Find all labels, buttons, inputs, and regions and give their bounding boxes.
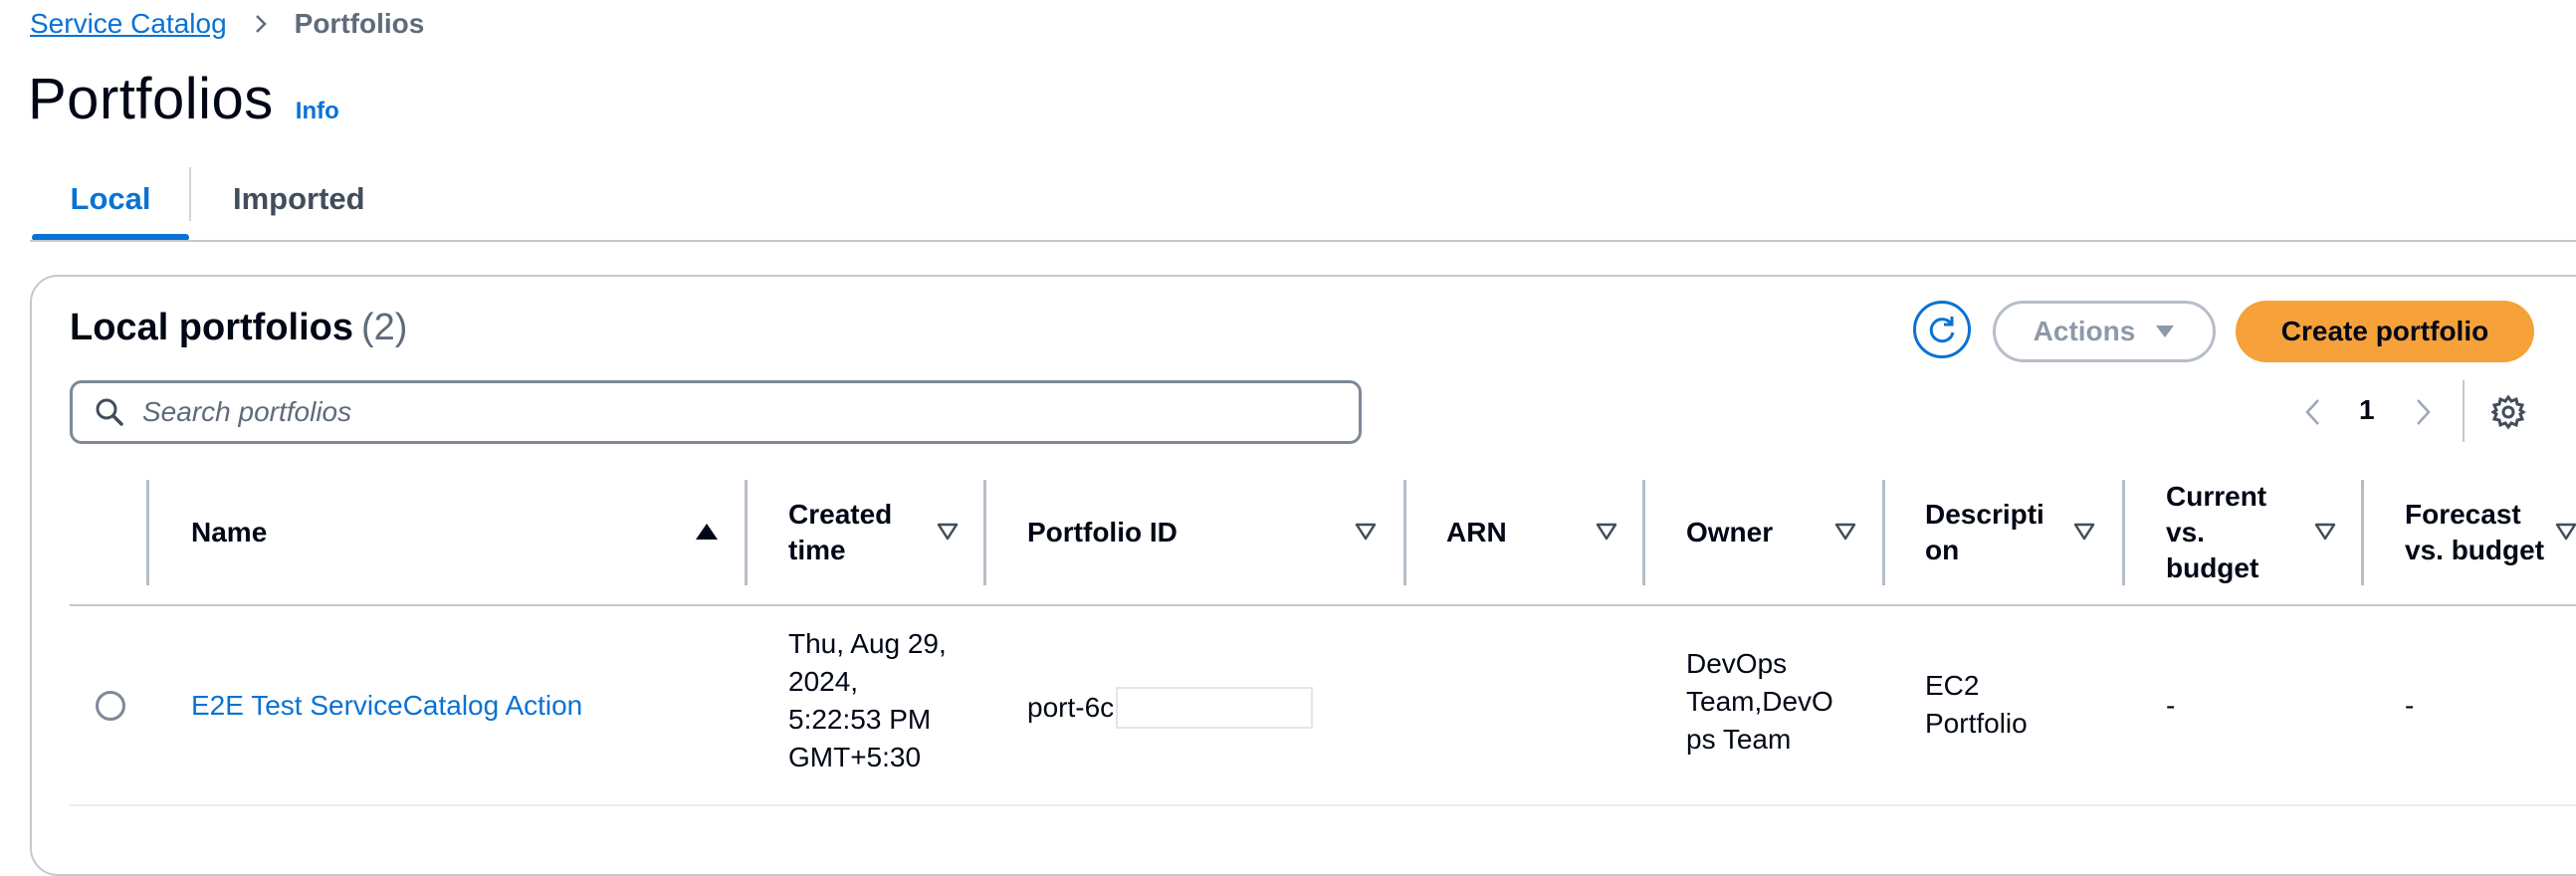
- current-vs-budget-value: -: [2166, 690, 2176, 721]
- redacted-region: [1116, 687, 1314, 729]
- cell-created-time: Thu, Aug 29, 2024, 5:22:53 PM GMT+5:30: [788, 625, 947, 776]
- column-separator: [1882, 480, 1885, 585]
- pagination-divider: [2463, 380, 2465, 442]
- container-title: Local portfolios (2): [70, 307, 407, 349]
- next-page-button[interactable]: [2409, 394, 2439, 430]
- column-header-arn[interactable]: ARN: [1446, 480, 1507, 585]
- column-header-label: vs. budget: [2405, 535, 2545, 565]
- column-header-label: Forecast: [2405, 499, 2521, 530]
- column-header-label: Descripti: [1925, 499, 2044, 530]
- cell-owner: DevOps Team,DevO ps Team: [1686, 645, 1833, 759]
- sort-icon[interactable]: [1593, 518, 1620, 546]
- page-title: Portfolios: [28, 67, 274, 131]
- table-row-divider: [70, 804, 2576, 806]
- cell-portfolio-id: port-6c: [1027, 687, 1314, 729]
- column-header-created-time[interactable]: Created time: [788, 480, 892, 585]
- row-select-radio[interactable]: [96, 691, 125, 721]
- column-header-label: vs.: [2166, 517, 2205, 548]
- column-header-current-vs-budget[interactable]: Current vs. budget: [2166, 480, 2266, 585]
- sort-icon[interactable]: [2552, 518, 2576, 546]
- cell-name: E2E Test ServiceCatalog Action: [191, 687, 582, 725]
- column-separator: [2122, 480, 2125, 585]
- page-header: Portfolios Info: [28, 66, 339, 132]
- column-separator: [745, 480, 748, 585]
- sort-icon[interactable]: [1352, 518, 1380, 546]
- column-header-label: Created: [788, 499, 893, 530]
- table-header-divider: [70, 604, 2576, 606]
- owner-line: ps Team: [1686, 724, 1792, 755]
- tab-imported[interactable]: Imported: [191, 157, 365, 241]
- column-header-label: time: [788, 535, 846, 565]
- chevron-left-icon: [2304, 398, 2320, 426]
- tab-list: Local Imported: [32, 157, 365, 241]
- page-number[interactable]: 1: [2359, 394, 2375, 426]
- refresh-button[interactable]: [1913, 301, 1971, 358]
- created-time-line: GMT+5:30: [788, 742, 922, 772]
- created-time-line: Thu, Aug 29,: [788, 628, 947, 659]
- column-header-label: budget: [2166, 552, 2259, 583]
- column-header-label: Current: [2166, 481, 2267, 512]
- sort-icon[interactable]: [2311, 518, 2339, 546]
- breadcrumb-service-catalog[interactable]: Service Catalog: [30, 8, 227, 40]
- portfolio-name-link[interactable]: E2E Test ServiceCatalog Action: [191, 687, 582, 725]
- created-time-line: 5:22:53 PM: [788, 704, 932, 735]
- sort-ascending-icon[interactable]: [693, 518, 721, 546]
- column-header-label: Owner: [1686, 517, 1774, 548]
- column-separator: [146, 480, 149, 585]
- search-box[interactable]: [70, 380, 1362, 444]
- column-header-description[interactable]: Descripti on: [1925, 480, 2044, 585]
- sort-icon[interactable]: [1831, 518, 1859, 546]
- column-separator: [983, 480, 986, 585]
- refresh-icon: [1925, 313, 1959, 346]
- column-header-portfolio-id[interactable]: Portfolio ID: [1027, 480, 1178, 585]
- description-line: Portfolio: [1925, 708, 2028, 739]
- cell-description: EC2 Portfolio: [1925, 667, 2028, 743]
- actions-label: Actions: [2033, 316, 2136, 346]
- breadcrumb-current: Portfolios: [294, 8, 425, 39]
- search-input[interactable]: [140, 395, 1289, 429]
- column-header-label: Portfolio ID: [1027, 517, 1178, 548]
- column-separator: [1403, 480, 1406, 585]
- chevron-right-icon: [251, 14, 271, 34]
- caret-down-icon: [2155, 325, 2175, 338]
- previous-page-button[interactable]: [2297, 394, 2327, 430]
- owner-line: Team,DevO: [1686, 686, 1833, 717]
- column-header-label: Name: [191, 517, 268, 548]
- column-header-owner[interactable]: Owner: [1686, 480, 1773, 585]
- portfolio-id-value: port-6c: [1027, 692, 1115, 723]
- cell-current-vs-budget: -: [2166, 687, 2175, 725]
- tabs-underline: [30, 240, 2576, 242]
- sort-icon[interactable]: [934, 518, 962, 546]
- column-header-name[interactable]: Name: [191, 480, 267, 585]
- actions-button[interactable]: Actions: [1993, 301, 2216, 362]
- column-header-label: ARN: [1446, 517, 1507, 548]
- forecast-vs-budget-value: -: [2405, 690, 2415, 721]
- search-icon: [95, 397, 124, 427]
- column-separator: [2361, 480, 2364, 585]
- owner-line: DevOps: [1686, 648, 1788, 679]
- column-header-forecast-vs-budget[interactable]: Forecast vs. budget: [2405, 480, 2544, 585]
- description-line: EC2: [1925, 670, 1980, 701]
- container-title-text: Local portfolios: [70, 307, 353, 348]
- column-header-label: on: [1925, 535, 1960, 565]
- sort-icon[interactable]: [2070, 518, 2098, 546]
- breadcrumb: Service Catalog Portfolios: [30, 6, 424, 42]
- create-portfolio-button[interactable]: Create portfolio: [2236, 301, 2534, 362]
- created-time-line: 2024,: [788, 666, 859, 697]
- portfolio-count: (2): [361, 307, 408, 348]
- cell-forecast-vs-budget: -: [2405, 687, 2414, 725]
- gear-icon: [2490, 394, 2526, 430]
- column-separator: [1642, 480, 1645, 585]
- info-link[interactable]: Info: [296, 98, 339, 125]
- chevron-right-icon: [2416, 398, 2432, 426]
- tab-local[interactable]: Local: [32, 157, 189, 241]
- preferences-button[interactable]: [2488, 392, 2528, 432]
